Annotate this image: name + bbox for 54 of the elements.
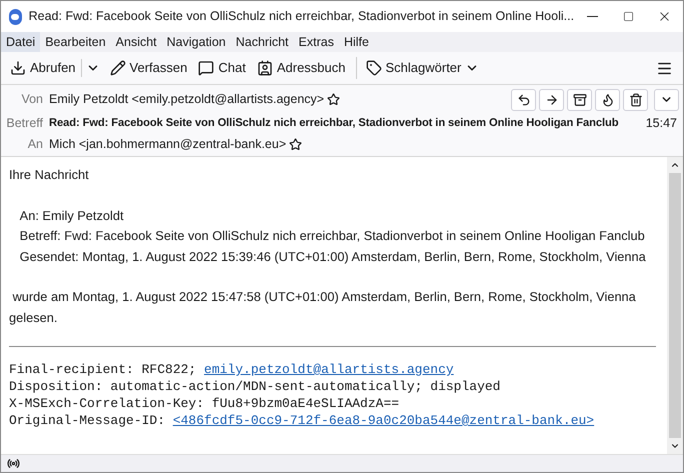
message-time: 15:47: [646, 115, 677, 132]
menu-item[interactable]: Bearbeiten: [40, 32, 111, 52]
body-text: wurde am Montag, 1. August 2022 15:47:58 (UTC+01:00) Amsterdam, Berlin, Bern, Rome, Stockholm, Vienna gelesen.: [9, 288, 637, 327]
menu-item[interactable]: Nachricht: [230, 32, 294, 52]
body-text: Gesendet: Montag, 1. August 2022 15:39:46 (UTC+01:00) Amsterdam, Berlin, Bern, Rome, Stockholm, Vienna: [18, 248, 647, 266]
subject-label: Betreff: [5, 115, 43, 132]
toolbar-button[interactable]: Schlagwörter: [360, 55, 484, 81]
menu-item[interactable]: Datei: [1, 32, 40, 52]
star-icon[interactable]: [327, 93, 340, 106]
report-line: Original-Message-ID:: [9, 412, 166, 429]
report-link[interactable]: <486fcdf5-0cc9-712f-6ea8-9a0c20ba544e@zentral-bank.eu>: [172, 412, 594, 429]
scrollbar[interactable]: [667, 157, 683, 454]
more-button[interactable]: [654, 88, 679, 111]
arrow-right-icon: [544, 92, 558, 107]
report-line: Disposition: automatic-action/MDN-sent-automatically; displayed: [9, 378, 500, 395]
minimize-icon: [586, 16, 598, 17]
trash-icon: [628, 92, 642, 107]
chat-icon: [198, 60, 214, 76]
from-label: Von: [20, 91, 43, 108]
reply-icon: [516, 92, 530, 107]
report-line: Final-recipient: RFC822;: [9, 361, 198, 378]
reply-button[interactable]: [511, 88, 536, 111]
toolbar-button[interactable]: Adressbuch: [252, 55, 350, 81]
toolbar-button[interactable]: Verfassen: [104, 55, 192, 81]
app-logo-icon: [9, 8, 22, 24]
report-link[interactable]: emily.petzoldt@allartists.agency: [204, 361, 454, 378]
from-address: Emily Petzoldt <emily.petzoldt@allartists.agency>: [49, 91, 324, 108]
junk-button[interactable]: [595, 88, 620, 111]
window-title: Read: Fwd: Facebook Seite von OlliSchulz nich erreichbar, Stadionverbot in seinem Online Hooli...: [28, 8, 574, 26]
flame-icon: [600, 92, 614, 107]
archive-button[interactable]: [567, 88, 592, 111]
contact-card-icon: [256, 60, 273, 76]
toolbar-button[interactable]: Chat: [193, 55, 251, 81]
report-line: X-MSExch-Correlation-Key: fUu8+9bzm0aE4eSLIAAdzA==: [9, 395, 400, 412]
delete-button[interactable]: [623, 88, 648, 111]
menu-item[interactable]: Hilfe: [338, 32, 374, 52]
menu-item[interactable]: Ansicht: [110, 32, 162, 52]
forward-button[interactable]: [539, 88, 564, 111]
subject: Read: Fwd: Facebook Seite von OlliSchulz nich erreichbar, Stadionverbot in seinem Online Hooligan Fanclub: [49, 116, 618, 132]
tag-icon: [366, 60, 382, 76]
body-text: Betreff: Fwd: Facebook Seite von OlliSchulz nich erreichbar, Stadionverbot in seinem Online Hooligan Fanclub: [18, 227, 646, 245]
download-icon: [10, 60, 26, 76]
to-address: Mich <jan.bohmermann@zentral-bank.eu>: [49, 136, 286, 153]
menu-item[interactable]: Extras: [294, 32, 339, 52]
archive-icon: [572, 92, 586, 107]
body-text: Ihre Nachricht: [9, 166, 90, 184]
maximize-icon: [623, 11, 634, 22]
toolbar-button[interactable]: Abrufen: [5, 55, 81, 81]
broadcast-icon[interactable]: [7, 457, 20, 470]
pencil-icon: [110, 60, 126, 76]
star-icon[interactable]: [289, 138, 302, 151]
to-label: An: [26, 136, 43, 153]
menu-item[interactable]: Navigation: [162, 32, 231, 52]
body-text: An: Emily Petzoldt: [18, 206, 125, 225]
